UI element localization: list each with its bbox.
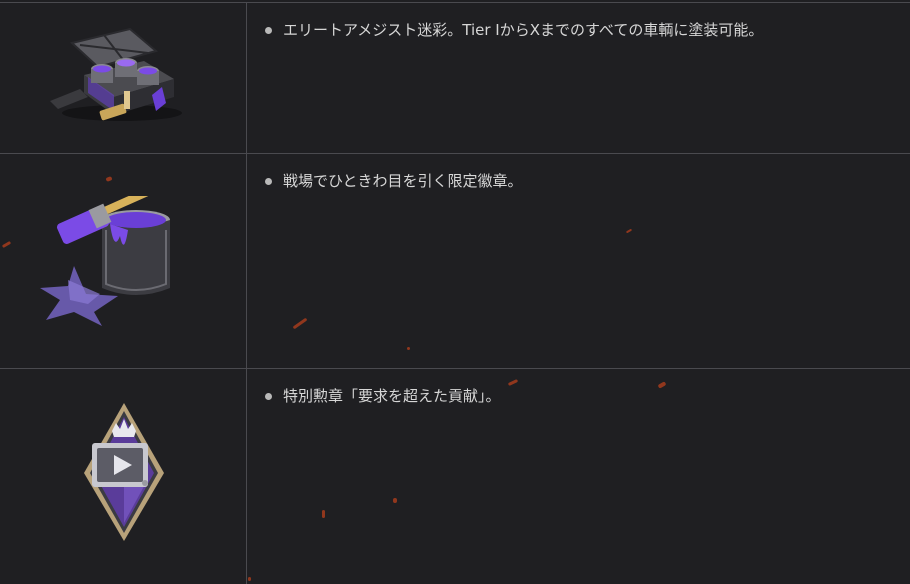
table-row: 戦場でひときわ目を引く限定徽章。 — [0, 153, 910, 369]
description-text: エリートアメジスト迷彩。Tier IからXまでのすべての車輌に塗装可能。 — [283, 21, 764, 39]
row-image-cell — [0, 3, 247, 154]
rewards-table: エリートアメジスト迷彩。Tier IからXまでのすべての車輌に塗装可能。 戦場で… — [0, 0, 910, 584]
paint-crate-icon — [50, 27, 182, 121]
description-item: 戦場でひときわ目を引く限定徽章。 — [265, 170, 523, 192]
table-row: 特別勲章「要求を超えた貢献」。 — [0, 368, 910, 584]
row-image-cell — [0, 154, 247, 369]
description-item: エリートアメジスト迷彩。Tier IからXまでのすべての車輌に塗装可能。 — [265, 19, 763, 41]
row-image-cell — [0, 369, 247, 584]
table-row: エリートアメジスト迷彩。Tier IからXまでのすべての車輌に塗装可能。 — [0, 2, 910, 154]
row-text-cell: エリートアメジスト迷彩。Tier IからXまでのすべての車輌に塗装可能。 — [248, 3, 910, 154]
description-text: 特別勲章「要求を超えた貢献」。 — [283, 387, 501, 405]
description-text: 戦場でひときわ目を引く限定徽章。 — [283, 172, 523, 190]
bullet-icon — [265, 392, 272, 400]
bullet-icon — [265, 26, 272, 34]
bullet-icon — [265, 177, 272, 185]
row-text-cell: 特別勲章「要求を超えた貢献」。 — [248, 369, 910, 584]
description-item: 特別勲章「要求を超えた貢献」。 — [265, 385, 501, 407]
row-text-cell: 戦場でひときわ目を引く限定徽章。 — [248, 154, 910, 369]
medal-diamond-icon — [84, 403, 164, 541]
paint-bucket-star-icon — [40, 196, 172, 326]
